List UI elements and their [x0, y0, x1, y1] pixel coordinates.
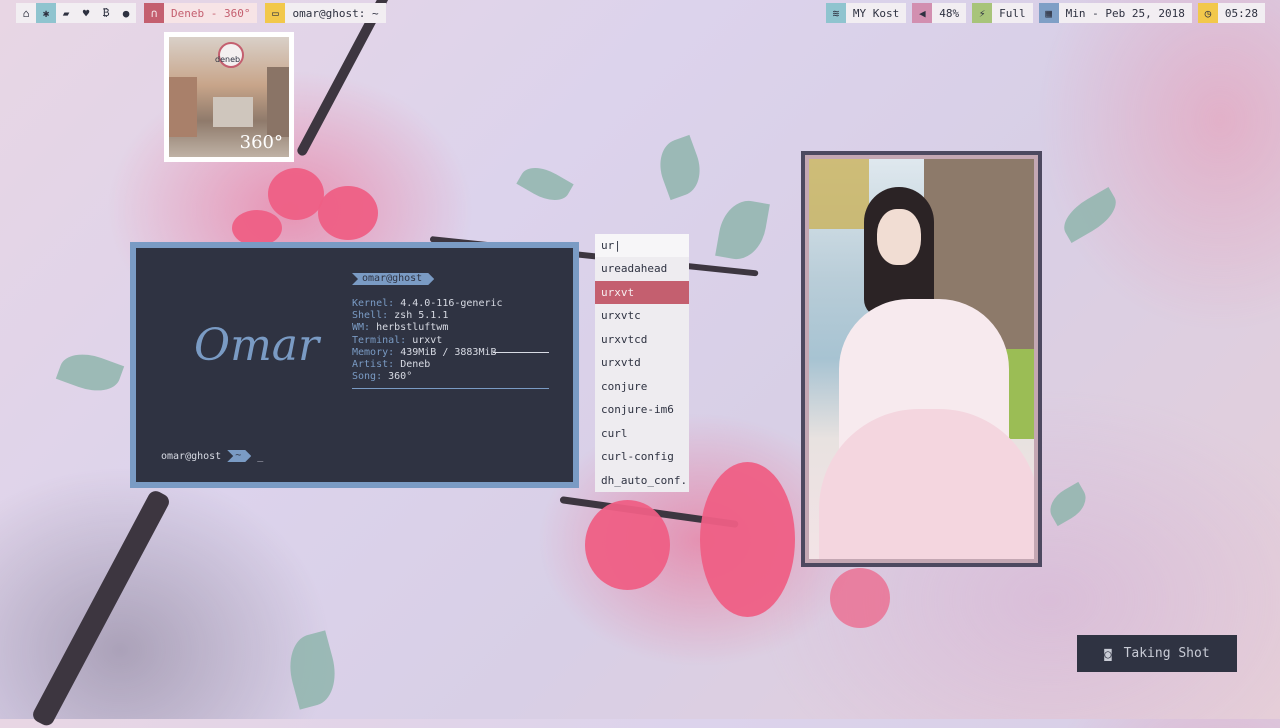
folder-icon: ▰	[62, 6, 70, 20]
wallpaper-leaf	[1056, 187, 1124, 243]
workspace-settings-button[interactable]: ✱	[36, 3, 56, 23]
terminal-window[interactable]: Omar omar@ghost Kernel: 4.4.0-116-generi…	[130, 242, 579, 488]
wallpaper-blossom	[268, 168, 324, 220]
info-divider	[352, 388, 549, 389]
wallpaper-leaf	[281, 630, 344, 710]
battery-widget[interactable]: ⚡ Full	[972, 3, 1033, 23]
workspace-github-button[interactable]: ●	[116, 3, 136, 23]
launcher-input[interactable]: ur|	[595, 234, 689, 257]
info-terminal: Terminal: urxvt	[352, 334, 443, 346]
terminal-logo: Omar	[194, 320, 320, 371]
music-now-playing: Deneb - 360°	[164, 3, 258, 23]
wifi-icon: ≋	[825, 3, 846, 23]
launcher-item[interactable]: urxvtcd	[595, 328, 689, 352]
wallpaper-blossom	[700, 462, 795, 617]
top-bar-left: ⌂ ✱ ▰ ♥ ₿ ● ∩ Deneb - 360° ▭ omar@ghost:…	[16, 3, 386, 23]
window-title-widget[interactable]: ▭ omar@ghost: ~	[265, 3, 386, 23]
settings-icon: ✱	[42, 6, 50, 20]
top-bar-right: ≋ MY Kost ◀ 48% ⚡ Full ▦ Min - Peb 25, 2…	[825, 3, 1265, 23]
info-song: Song: 360°	[352, 371, 413, 383]
home-icon: ⌂	[22, 6, 30, 20]
wallpaper-blossom	[585, 500, 670, 590]
launcher-item[interactable]: urxvtd	[595, 351, 689, 375]
date-widget[interactable]: ▦ Min - Peb 25, 2018	[1038, 3, 1192, 23]
clock-icon: ◷	[1197, 3, 1218, 23]
workspace-heartbeat-button[interactable]: ♥	[76, 3, 96, 23]
wallpaper-branch	[30, 488, 172, 728]
launcher-item[interactable]: urxvtc	[595, 304, 689, 328]
screenshot-notification: ◙ Taking Shot	[1077, 635, 1237, 672]
album-art: deneb 360°	[164, 32, 294, 162]
info-artist: Artist: Deneb	[352, 359, 431, 371]
system-info: Kernel: 4.4.0-116-generic Shell: zsh 5.1.…	[352, 298, 503, 383]
wallpaper-branch	[295, 0, 399, 158]
wallpaper-blossom	[830, 568, 890, 628]
workspace-home-button[interactable]: ⌂	[16, 3, 36, 23]
volume-icon: ◀	[912, 3, 933, 23]
launcher-item[interactable]: dh_auto_conf...	[595, 469, 689, 493]
shell-prompt[interactable]: omar@ghost ~ _	[161, 450, 263, 462]
wallpaper-leaf	[715, 196, 770, 264]
clock-widget[interactable]: ◷ 05:28	[1197, 3, 1265, 23]
workspace-bitcoin-button[interactable]: ₿	[96, 3, 116, 23]
info-wm: WM: herbstluftwm	[352, 322, 449, 334]
volume-widget[interactable]: ◀ 48%	[912, 3, 967, 23]
info-kernel: Kernel: 4.4.0-116-generic	[352, 298, 503, 309]
image-viewer-window[interactable]	[801, 151, 1042, 567]
prompt-user: omar@ghost	[161, 450, 222, 462]
bitcoin-icon: ₿	[102, 6, 110, 19]
wallpaper-blossom	[232, 210, 282, 246]
monitor-icon: ▭	[265, 3, 286, 23]
prompt-cursor: _	[257, 450, 264, 462]
clock-time: 05:28	[1217, 3, 1265, 23]
calendar-icon: ▦	[1038, 3, 1059, 23]
prompt-directory: ~	[227, 450, 251, 462]
wifi-widget[interactable]: ≋ MY Kost	[825, 3, 907, 23]
memory-bar	[493, 352, 549, 353]
app-launcher: ur| ureadahead urxvt urxvtc urxvtcd urxv…	[595, 234, 689, 492]
heartbeat-icon: ♥	[82, 6, 90, 20]
battery-status: Full	[992, 3, 1033, 23]
album-art-image: deneb 360°	[169, 37, 289, 157]
portrait-photo	[809, 159, 1034, 559]
github-icon: ●	[122, 6, 130, 20]
music-widget[interactable]: ∩ Deneb - 360°	[144, 3, 258, 23]
album-track: 360°	[239, 132, 283, 153]
wallpaper-leaf	[1043, 481, 1093, 527]
launcher-item[interactable]: conjure-im6	[595, 398, 689, 422]
info-memory: Memory: 439MiB / 3883MiB	[352, 346, 497, 358]
launcher-item[interactable]: conjure	[595, 375, 689, 399]
window-title: omar@ghost: ~	[285, 3, 386, 23]
wallpaper-leaf	[651, 134, 709, 201]
launcher-item[interactable]: ureadahead	[595, 257, 689, 281]
terminal-content[interactable]: Omar omar@ghost Kernel: 4.4.0-116-generi…	[136, 248, 573, 482]
wallpaper-blossom	[318, 186, 378, 240]
wallpaper-leaf	[55, 345, 125, 400]
wallpaper-leaf	[516, 159, 574, 209]
info-shell: Shell: zsh 5.1.1	[352, 310, 449, 322]
launcher-item-selected[interactable]: urxvt	[595, 280, 689, 304]
volume-level: 48%	[932, 3, 967, 23]
screenshot-text: Taking Shot	[1123, 646, 1210, 661]
launcher-item[interactable]: curl	[595, 422, 689, 446]
camera-icon: ◙	[1104, 646, 1112, 661]
plug-icon: ⚡	[972, 3, 993, 23]
terminal-user-tag: omar@ghost	[352, 273, 434, 285]
wifi-ssid: MY Kost	[845, 3, 907, 23]
album-label: deneb	[215, 55, 241, 64]
workspace-folder-button[interactable]: ▰	[56, 3, 76, 23]
date-text: Min - Peb 25, 2018	[1058, 3, 1192, 23]
launcher-item[interactable]: curl-config	[595, 445, 689, 469]
headphones-icon: ∩	[144, 3, 164, 23]
